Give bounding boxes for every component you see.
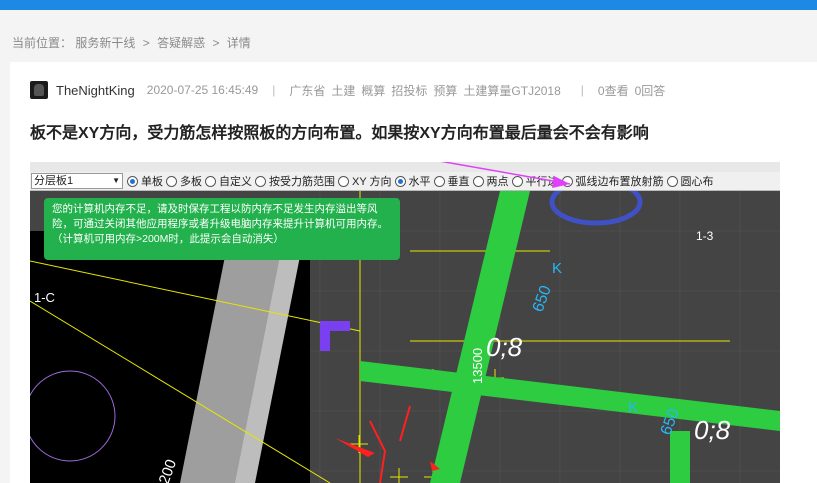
annotation-arrow-head: [552, 176, 570, 188]
breadcrumb-prefix: 当前位置：: [12, 36, 73, 50]
top-accent-bar: [0, 0, 817, 10]
meta-divider: |: [580, 83, 584, 97]
tag[interactable]: 招投标: [391, 82, 427, 99]
avatar[interactable]: [30, 81, 48, 99]
annotation-overlay: [440, 162, 571, 188]
annotation-arrow-line: [440, 162, 571, 185]
answer-count: 0回答: [634, 83, 666, 98]
post-meta: TheNightKing 2020-07-25 16:45:49 | 广东省 土…: [30, 80, 671, 100]
post-datetime: 2020-07-25 16:45:49: [146, 83, 259, 97]
author-name[interactable]: TheNightKing: [56, 83, 135, 98]
tag[interactable]: 土建: [331, 82, 355, 99]
breadcrumb-current: 详情: [226, 36, 251, 50]
breadcrumb-separator: >: [142, 36, 150, 50]
post-card: TheNightKing 2020-07-25 16:45:49 | 广东省 土…: [10, 62, 817, 483]
view-count: 0查看: [597, 83, 629, 98]
tag[interactable]: 土建算量GTJ2018: [463, 82, 560, 99]
attached-screenshot[interactable]: 分层板1 ▼ 单板 多板 自定义 按受力筋范围 XY 方向 水平 垂直 两点 平…: [30, 162, 780, 483]
breadcrumb-separator: >: [212, 36, 220, 50]
breadcrumb-item[interactable]: 服务新干线: [75, 36, 135, 50]
breadcrumb-item[interactable]: 答疑解惑: [157, 36, 205, 50]
meta-divider: |: [272, 83, 276, 97]
breadcrumb: 当前位置： 服务新干线 > 答疑解惑 > 详情: [12, 34, 251, 51]
tag[interactable]: 预算: [433, 82, 457, 99]
tag[interactable]: 广东省: [289, 82, 325, 99]
tag[interactable]: 概算: [361, 82, 385, 99]
post-title: 板不是XY方向，受力筋怎样按照板的方向布置。如果按XY方向布置最后量会不会有影响: [30, 125, 649, 142]
